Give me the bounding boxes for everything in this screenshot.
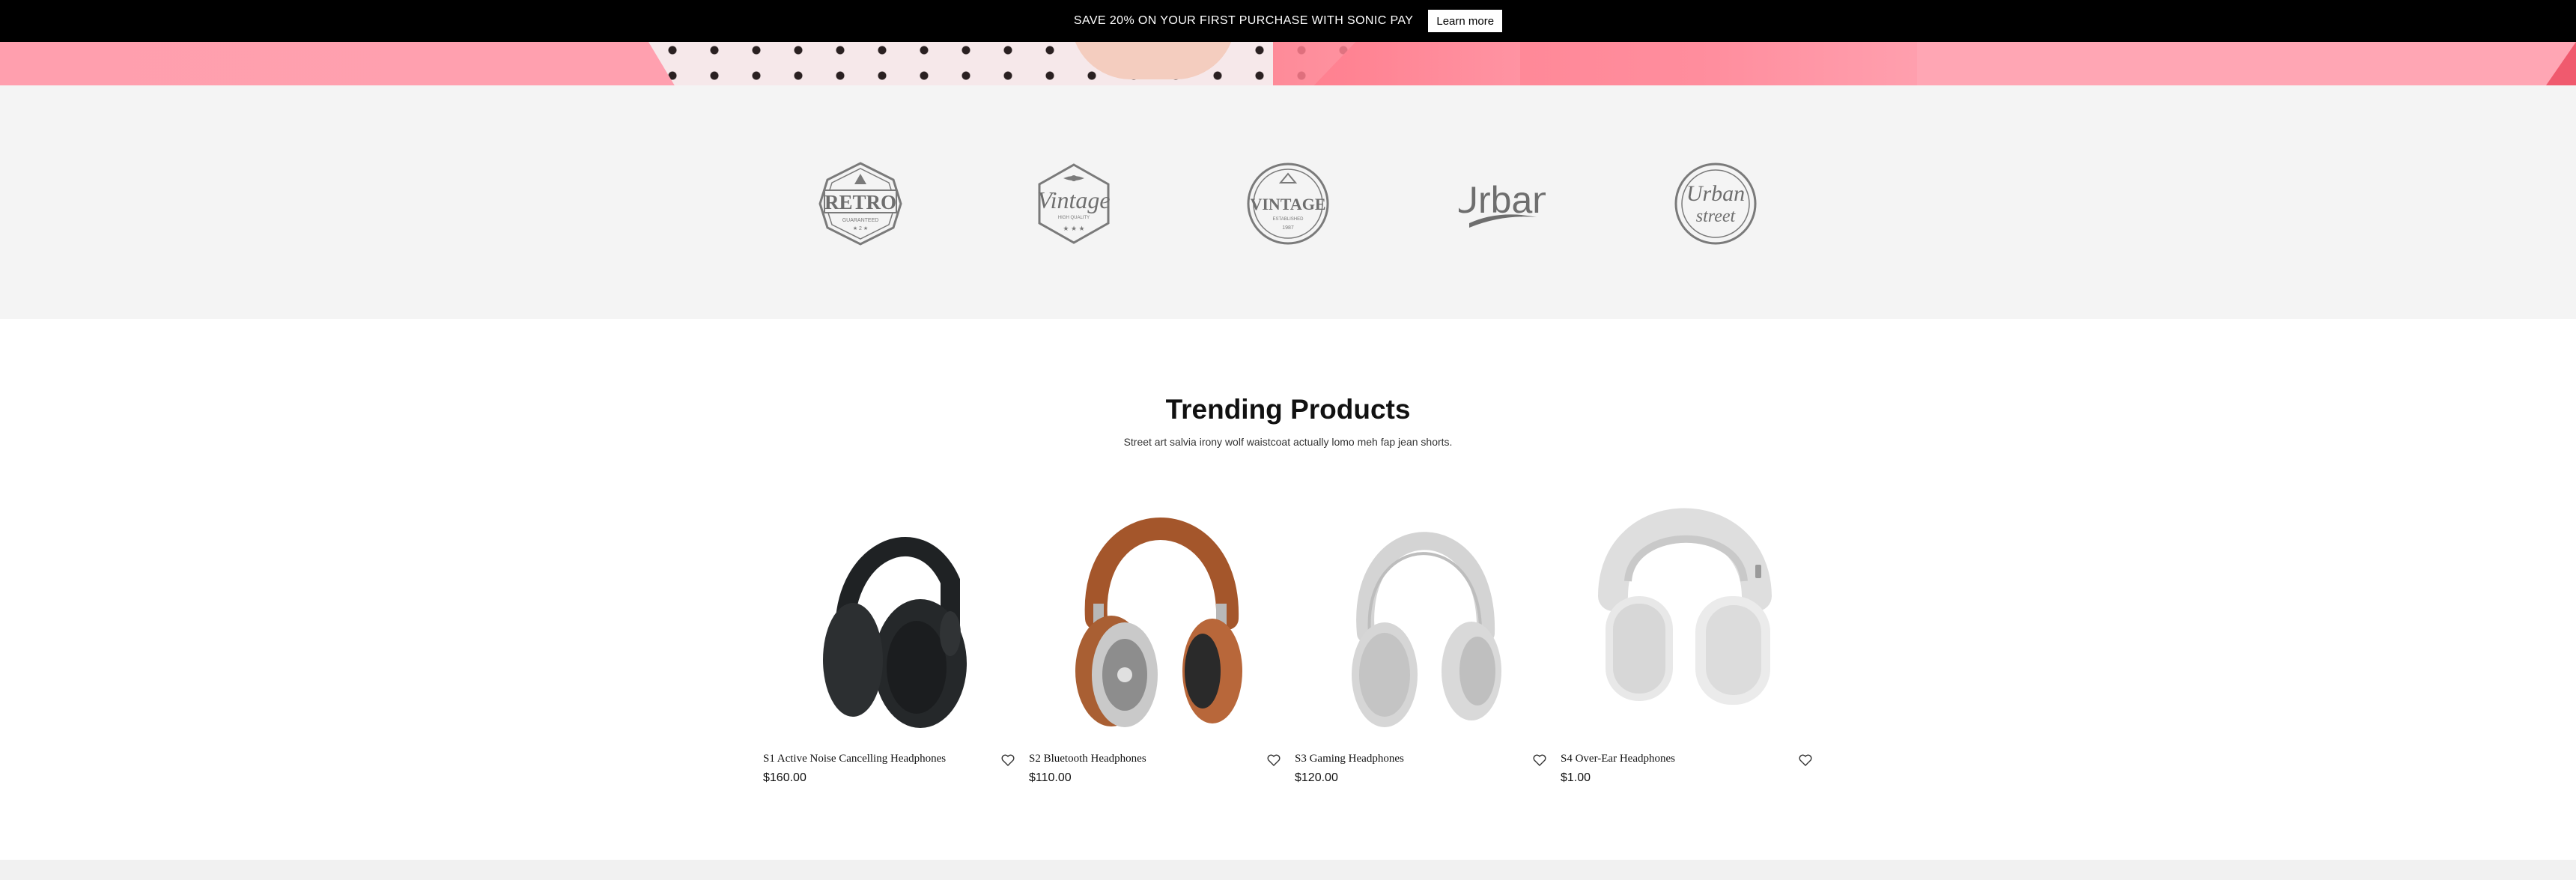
vintage-badge-logo[interactable]: Vintage HIGH QUALITY ★ ★ ★ — [1030, 160, 1117, 247]
learn-more-button[interactable]: Learn more — [1428, 10, 1503, 32]
vintage-seal-logo[interactable]: VINTAGE ESTABLISHED 1987 — [1245, 160, 1331, 247]
product-name[interactable]: S2 Bluetooth Headphones — [1029, 753, 1146, 765]
section-subtitle: Street art salvia irony wolf waistcoat a… — [1123, 436, 1453, 448]
svg-text:GUARANTEED: GUARANTEED — [842, 218, 879, 223]
brand-logos-strip: RETRO GUARANTEED ★ 2 ★ Vintage HIGH QUAL… — [0, 85, 2576, 319]
footer-start — [0, 860, 2576, 880]
product-card[interactable]: S3 Gaming Headphones $120.00 — [1295, 484, 1549, 784]
product-image-headphones-black[interactable] — [763, 484, 1018, 738]
trending-products-section: Trending Products Street art salvia iron… — [0, 319, 2576, 860]
product-card[interactable]: S4 Over-Ear Headphones $1.00 — [1561, 484, 1815, 784]
urban-wordmark-logo[interactable]: Urban — [1451, 160, 1553, 247]
svg-text:VINTAGE: VINTAGE — [1250, 195, 1325, 213]
svg-text:Urban: Urban — [1686, 181, 1745, 206]
product-image-headphones-white[interactable] — [1561, 484, 1815, 738]
product-name[interactable]: S4 Over-Ear Headphones — [1561, 753, 1675, 765]
hero-banner-image — [0, 42, 2576, 85]
svg-text:1987: 1987 — [1282, 225, 1294, 231]
retro-badge-logo[interactable]: RETRO GUARANTEED ★ 2 ★ — [817, 160, 904, 247]
announcement-bar: SAVE 20% ON YOUR FIRST PURCHASE WITH SON… — [0, 0, 2576, 42]
svg-text:Vintage: Vintage — [1037, 186, 1110, 213]
product-image-headphones-tan-leather[interactable] — [1029, 484, 1284, 738]
product-price: $120.00 — [1295, 771, 1338, 784]
product-name[interactable]: S1 Active Noise Cancelling Headphones — [763, 753, 946, 765]
svg-text:★ ★ ★: ★ ★ ★ — [1063, 225, 1084, 232]
product-price: $160.00 — [763, 771, 806, 784]
section-title: Trending Products — [1165, 394, 1411, 425]
hero-model-hair — [1273, 42, 1520, 85]
svg-text:RETRO: RETRO — [824, 191, 896, 213]
svg-text:ESTABLISHED: ESTABLISHED — [1273, 217, 1304, 222]
svg-text:Urban: Urban — [1459, 179, 1546, 221]
product-price: $1.00 — [1561, 771, 1591, 784]
heart-icon[interactable] — [1532, 753, 1547, 768]
hero-polka-dot-shirt — [644, 42, 1363, 85]
product-card[interactable]: S2 Bluetooth Headphones $110.00 — [1029, 484, 1284, 784]
product-name[interactable]: S3 Gaming Headphones — [1295, 753, 1404, 765]
hero-background-panel — [1917, 42, 2576, 85]
heart-icon[interactable] — [1266, 753, 1281, 768]
announcement-text: SAVE 20% ON YOUR FIRST PURCHASE WITH SON… — [1073, 14, 1414, 27]
urban-street-seal-logo[interactable]: Urban street — [1672, 160, 1759, 247]
svg-text:★ 2 ★: ★ 2 ★ — [853, 225, 868, 231]
product-image-headphones-silver[interactable] — [1295, 484, 1549, 738]
heart-icon[interactable] — [1798, 753, 1813, 768]
svg-text:HIGH QUALITY: HIGH QUALITY — [1058, 216, 1090, 220]
svg-text:street: street — [1696, 207, 1737, 226]
heart-icon[interactable] — [1000, 753, 1015, 768]
product-card[interactable]: S1 Active Noise Cancelling Headphones $1… — [763, 484, 1018, 784]
product-price: $110.00 — [1029, 771, 1072, 784]
